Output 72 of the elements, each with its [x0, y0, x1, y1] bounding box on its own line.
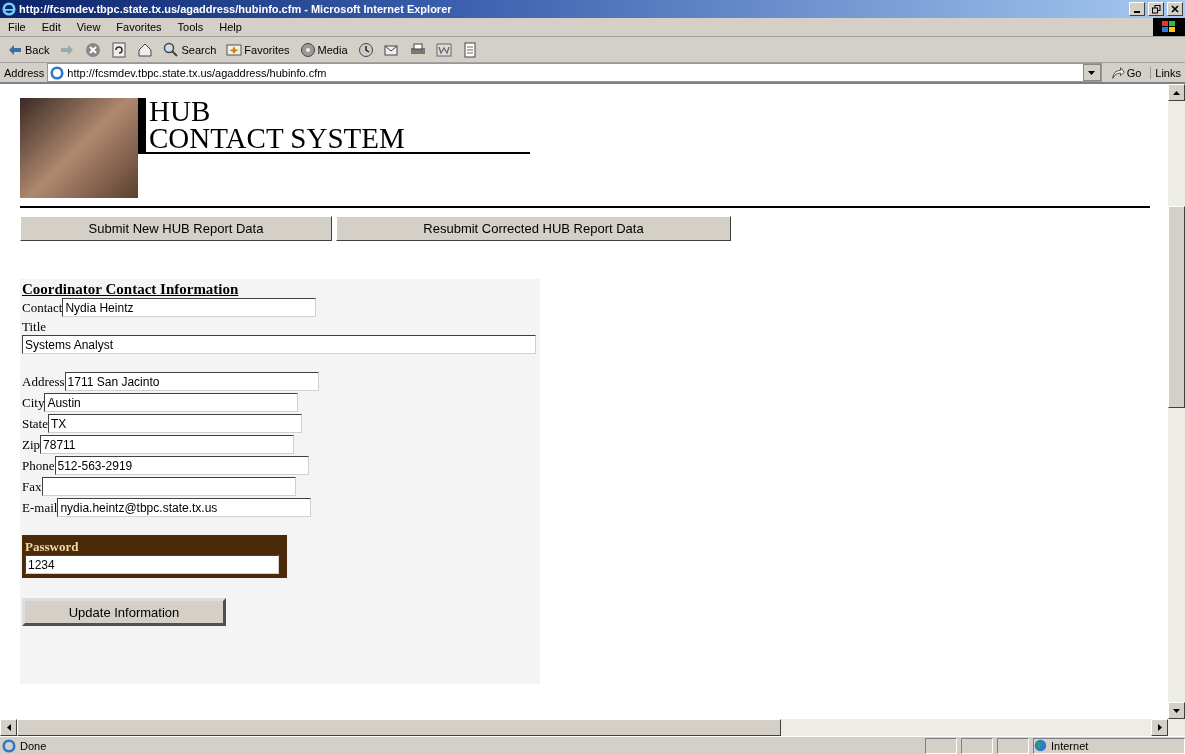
favorites-icon: [226, 41, 243, 58]
field-label: City: [22, 394, 45, 411]
field-label: State: [22, 415, 48, 432]
scrollbar-thumb[interactable]: [1168, 205, 1185, 408]
zone-text: Internet: [1051, 739, 1089, 752]
window-title: http://fcsmdev.tbpc.state.tx.us/agaddress/hubinfo.cfm - Microsoft Internet Explorer: [19, 3, 453, 15]
menu-item[interactable]: Tools: [169, 21, 212, 33]
field-label: E-mail: [22, 499, 58, 516]
menu-item[interactable]: Edit: [33, 21, 69, 33]
globe-icon: [1034, 739, 1047, 752]
status-text: Done: [20, 739, 48, 752]
password-field[interactable]: 1234: [25, 555, 279, 574]
scroll-left-button[interactable]: [0, 719, 17, 736]
text-field[interactable]: [41, 477, 296, 496]
browser-logo-icon: [2, 2, 16, 16]
nav-button[interactable]: Submit New HUB Report Data: [20, 216, 332, 241]
down-arrow-icon: [1173, 708, 1180, 713]
close-icon: [1171, 5, 1179, 13]
password-label: Password: [25, 539, 80, 555]
text-field[interactable]: Austin: [44, 393, 299, 412]
search-icon: [163, 41, 180, 58]
field-label: Address: [22, 373, 65, 390]
home-icon: [137, 41, 154, 58]
minimize-button[interactable]: [1129, 2, 1145, 16]
status-pane: [997, 737, 1029, 754]
refresh-icon: [111, 41, 128, 58]
field-label: Title: [22, 319, 48, 335]
close-button[interactable]: [1167, 2, 1183, 16]
restore-button[interactable]: [1148, 2, 1164, 16]
up-arrow-icon: [1173, 90, 1180, 95]
scroll-up-button[interactable]: [1168, 84, 1185, 101]
right-arrow-icon: [1157, 724, 1162, 731]
restore-icon: [1151, 4, 1161, 14]
update-button[interactable]: Update Information: [22, 598, 226, 626]
text-field[interactable]: Nydia Heintz: [62, 298, 317, 317]
text-field[interactable]: 1711 San Jacinto: [64, 372, 319, 391]
word-icon: [435, 41, 452, 58]
scrollbar-thumb[interactable]: [17, 719, 781, 736]
site-title: HUB: [149, 98, 212, 125]
site-title: CONTACT SYSTEM: [149, 125, 405, 152]
dropdown-icon[interactable]: [1082, 64, 1101, 81]
stop-icon: [85, 41, 102, 58]
menu-item[interactable]: Favorites: [108, 21, 170, 33]
scroll-right-button[interactable]: [1151, 719, 1168, 736]
nav-button[interactable]: Resubmit Corrected HUB Report Data: [336, 216, 731, 241]
menu-item[interactable]: File: [0, 21, 34, 33]
address-field[interactable]: http://fcsmdev.tbpc.state.tx.us/agaddress/hubinfo.cfm: [47, 63, 1102, 82]
field-label: Fax: [22, 478, 42, 495]
windows-flag-icon: [1153, 18, 1185, 36]
form-heading: Coordinator Contact Information: [22, 281, 240, 298]
text-field[interactable]: 512-563-2919: [54, 456, 309, 475]
field-label: Contact: [22, 299, 63, 316]
left-arrow-icon: [6, 724, 11, 731]
field-label: Zip: [22, 436, 41, 453]
menu-item[interactable]: Help: [211, 21, 250, 33]
text-field[interactable]: Systems Analyst: [22, 335, 536, 354]
text-field[interactable]: nydia.heintz@tbpc.state.tx.us: [57, 498, 312, 517]
scroll-down-button[interactable]: [1168, 702, 1185, 719]
search-button[interactable]: Search: [160, 41, 220, 58]
field-label: Phone: [22, 457, 55, 474]
favorites-button[interactable]: Favorites: [223, 41, 293, 58]
links-button[interactable]: Links: [1150, 66, 1185, 79]
status-pane: [961, 737, 993, 754]
address-label: Address: [4, 66, 45, 79]
go-arrow-icon: [1110, 65, 1125, 80]
status-pane: [925, 737, 957, 754]
go-button[interactable]: Go: [1104, 65, 1148, 80]
text-field[interactable]: TX: [48, 414, 302, 433]
back-button[interactable]: Back: [4, 41, 53, 58]
menu-item[interactable]: View: [68, 21, 109, 33]
media-button[interactable]: Media: [296, 41, 351, 58]
text-field[interactable]: 78711: [40, 435, 295, 454]
